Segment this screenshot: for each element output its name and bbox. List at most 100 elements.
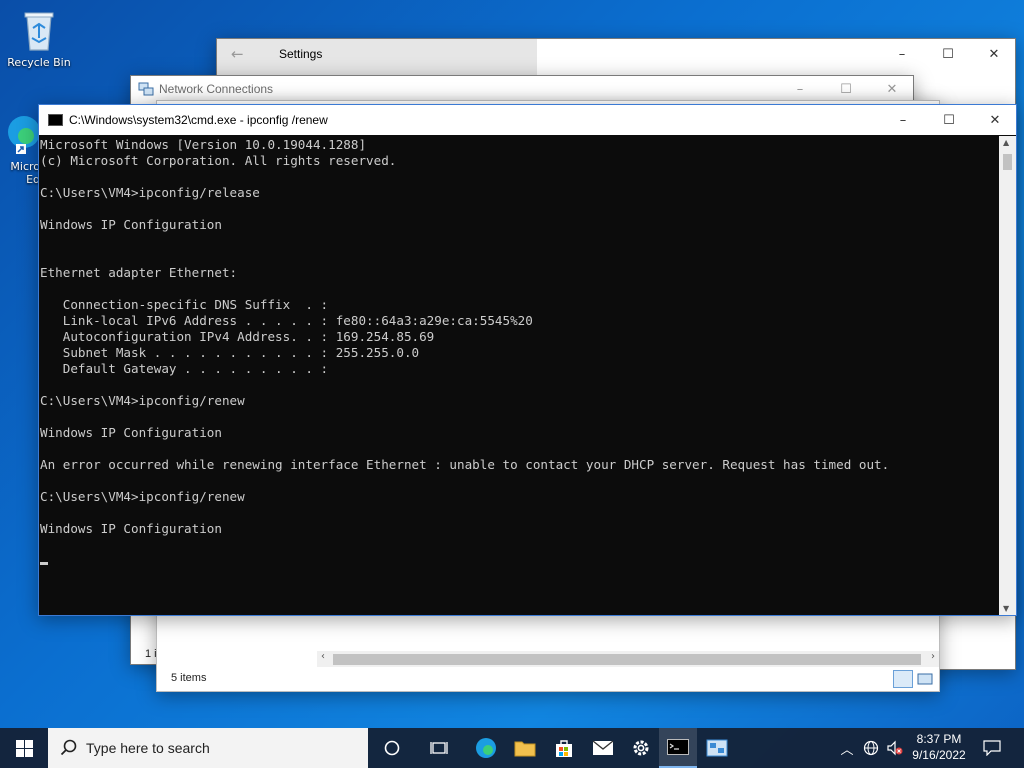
scroll-thumb[interactable] — [333, 654, 921, 665]
netconn-minimize-button[interactable]: – — [777, 76, 823, 102]
console-line: Connection-specific DNS Suffix . : — [40, 297, 329, 312]
settings-maximize-button[interactable]: ☐ — [925, 39, 971, 69]
netconn-close-button[interactable]: ✕ — [869, 76, 915, 102]
edge-label-line1: Micro — [10, 160, 40, 173]
gear-icon — [633, 740, 649, 756]
console-line: C:\Users\VM4>ipconfig/renew — [40, 393, 245, 408]
cmd-close-button[interactable]: ✕ — [972, 105, 1018, 135]
cmd-taskbar-button[interactable] — [659, 728, 697, 768]
details-view-icon[interactable] — [893, 670, 913, 688]
scroll-up-icon[interactable]: ▲ — [1003, 138, 1009, 147]
console-line: Subnet Mask . . . . . . . . . . . : 255.… — [40, 345, 420, 360]
clock[interactable]: 8:37 PM 9/16/2022 — [906, 731, 972, 763]
task-view-cortana-button[interactable] — [373, 728, 411, 768]
settings-minimize-button[interactable]: – — [879, 39, 925, 69]
globe-network-icon — [863, 740, 879, 756]
network-connections-title: Network Connections — [159, 82, 274, 96]
desktop-icon-edge[interactable]: Micro Ed — [0, 112, 40, 186]
volume-tray-button[interactable] — [884, 728, 906, 768]
cmd-window[interactable]: C:\Windows\system32\cmd.exe - ipconfig /… — [38, 104, 1017, 616]
explorer-status-bar: 5 items — [157, 667, 939, 691]
cmd-vertical-scrollbar[interactable]: ▲ ▼ — [999, 136, 1016, 615]
recycle-bin-label: Recycle Bin — [7, 56, 71, 69]
console-line: C:\Users\VM4>ipconfig/release — [40, 185, 260, 200]
cmd-titlebar[interactable]: C:\Windows\system32\cmd.exe - ipconfig /… — [39, 105, 1016, 135]
mail-taskbar-button[interactable] — [584, 728, 622, 768]
network-tray-button[interactable] — [860, 728, 882, 768]
volume-muted-icon — [887, 740, 903, 756]
recycle-bin-icon — [19, 8, 59, 52]
settings-title: Settings — [279, 47, 323, 61]
clock-time: 8:37 PM — [916, 732, 962, 746]
taskbar: Type here to search ︿ 8:37 PM 9/16/2022 — [0, 728, 1024, 768]
explorer-horizontal-scrollbar[interactable]: ‹ › — [317, 651, 939, 667]
chevron-up-icon: ︿ — [840, 742, 854, 758]
items-count: 5 items — [171, 672, 207, 684]
desktop-icon-recycle-bin[interactable]: Recycle Bin — [1, 8, 77, 69]
console-line: Windows IP Configuration — [40, 217, 222, 232]
network-connections-taskbar-icon — [706, 739, 728, 757]
task-view-icon — [430, 742, 448, 754]
back-arrow-icon[interactable]: ← — [231, 45, 244, 63]
search-box[interactable]: Type here to search — [48, 728, 368, 768]
cmd-minimize-button[interactable]: – — [880, 105, 926, 135]
netconn-maximize-button[interactable]: ☐ — [823, 76, 869, 102]
console-line: (c) Microsoft Corporation. All rights re… — [40, 153, 397, 168]
console-line: Link-local IPv6 Address . . . . . : fe80… — [40, 313, 533, 328]
file-explorer-taskbar-button[interactable] — [506, 728, 544, 768]
edge-shortcut-icon — [2, 112, 40, 156]
console-line: C:\Users\VM4>ipconfig/renew — [40, 489, 245, 504]
console-line — [40, 553, 999, 569]
clock-date: 9/16/2022 — [912, 748, 966, 762]
edge-label-line2: Ed — [26, 173, 40, 186]
console-line: Autoconfiguration IPv4 Address. . : 169.… — [40, 329, 435, 344]
scroll-down-icon[interactable]: ▼ — [1003, 604, 1009, 613]
console-line: An error occurred while renewing interfa… — [40, 457, 890, 472]
notifications-button[interactable] — [978, 728, 1006, 768]
console-line: Windows IP Configuration — [40, 521, 222, 536]
cortana-circle-icon — [384, 740, 400, 756]
cmd-maximize-button[interactable]: ☐ — [926, 105, 972, 135]
large-icons-view-icon[interactable] — [915, 670, 935, 688]
console-line: Microsoft Windows [Version 10.0.19044.12… — [40, 137, 367, 152]
network-connections-icon — [138, 81, 154, 97]
edge-icon — [476, 738, 496, 758]
network-connections-taskbar-button[interactable] — [698, 728, 736, 768]
console-line: Windows IP Configuration — [40, 425, 222, 440]
netconn-status-count: 1 i — [145, 648, 157, 660]
folder-icon — [514, 741, 536, 757]
settings-taskbar-button[interactable] — [622, 728, 660, 768]
store-taskbar-button[interactable] — [545, 728, 583, 768]
mail-icon — [592, 740, 614, 755]
edge-taskbar-button[interactable] — [467, 728, 505, 768]
settings-close-button[interactable]: ✕ — [971, 39, 1017, 69]
notification-icon — [983, 740, 1001, 756]
search-input[interactable]: Type here to search — [86, 740, 210, 756]
start-button[interactable] — [0, 728, 48, 768]
task-view-button[interactable] — [420, 728, 458, 768]
command-prompt-icon — [667, 739, 689, 755]
text-cursor — [40, 562, 48, 565]
console-line: Default Gateway . . . . . . . . . : — [40, 361, 329, 376]
search-icon — [60, 739, 77, 756]
cmd-title: C:\Windows\system32\cmd.exe - ipconfig /… — [69, 113, 328, 127]
show-hidden-icons-button[interactable]: ︿ — [838, 728, 856, 768]
scroll-left-icon[interactable]: ‹ — [321, 651, 325, 662]
cmd-scroll-thumb[interactable] — [1003, 154, 1012, 170]
cmd-app-icon — [48, 114, 63, 126]
console-output[interactable]: Microsoft Windows [Version 10.0.19044.12… — [39, 136, 999, 615]
store-icon — [556, 740, 572, 757]
scroll-right-icon[interactable]: › — [931, 651, 935, 662]
windows-logo-icon — [15, 739, 33, 757]
